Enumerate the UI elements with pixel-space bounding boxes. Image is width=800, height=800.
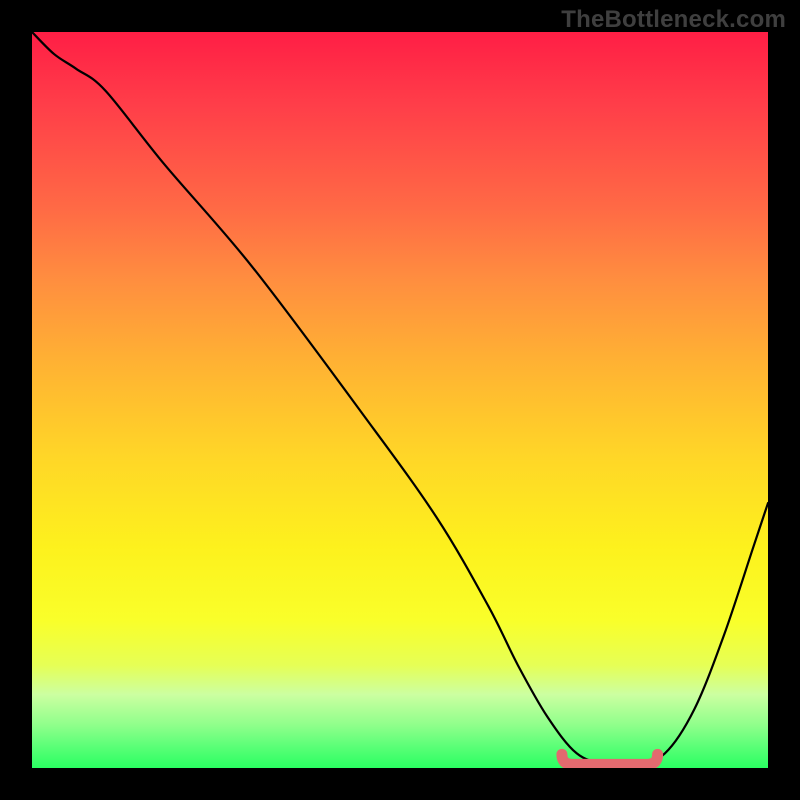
optimal-range-marker [32, 32, 768, 768]
watermark-text: TheBottleneck.com [561, 6, 786, 34]
chart-frame: TheBottleneck.com [0, 0, 800, 800]
plot-area [32, 32, 768, 768]
